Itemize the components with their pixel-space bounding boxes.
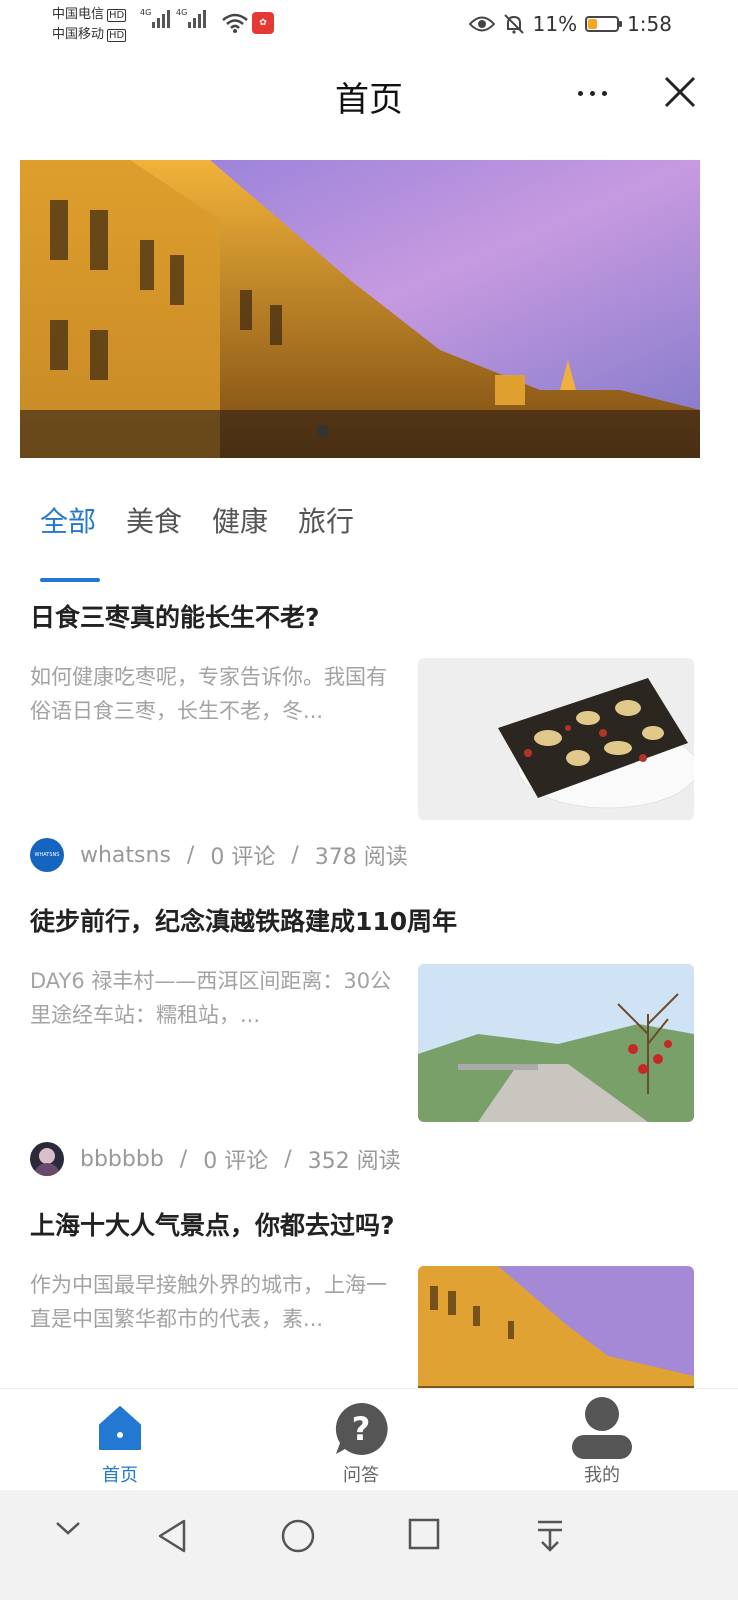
article-title[interactable]: 上海十大人气景点，你都去过吗? — [30, 1206, 395, 1242]
author-name[interactable]: whatsns — [80, 843, 171, 868]
carrier-1-label: 中国电信 — [52, 7, 105, 22]
comment-count: 0 评论 — [203, 1149, 269, 1174]
nav-home-label: 首页 — [102, 1465, 138, 1486]
title-bar: 首页 — [0, 52, 738, 136]
article-thumbnail[interactable] — [418, 1266, 694, 1388]
app-notification-icon: ✿ — [252, 12, 274, 34]
article-thumbnail[interactable] — [418, 964, 694, 1122]
active-tab-indicator — [40, 578, 100, 582]
article-summary: 如何健康吃枣呢，专家告诉你。我国有俗语日食三枣，长生不老，冬... — [30, 665, 387, 723]
meta-separator: / — [179, 1146, 188, 1172]
notification-pulldown-icon[interactable] — [534, 1518, 566, 1554]
nav-me[interactable]: 我的 — [542, 1395, 662, 1486]
hd-badge: HD — [107, 8, 127, 22]
article-summary: DAY6 禄丰村——西洱区间距离：30公里途经车站：糯租站，... — [30, 969, 392, 1027]
read-count: 352 阅读 — [307, 1149, 401, 1174]
nav-home[interactable]: 首页 — [60, 1395, 180, 1486]
article-meta: bbbbbb / 0 评论 / 352 阅读 — [30, 1142, 401, 1176]
status-right-group: 11% 1:58 — [468, 12, 672, 36]
more-options-button[interactable] — [570, 78, 614, 108]
comment-count: 0 评论 — [210, 845, 276, 870]
page-title: 首页 — [335, 80, 403, 120]
nav-qa[interactable]: ? 问答 — [301, 1395, 421, 1486]
hd-badge: HD — [107, 28, 127, 42]
question-icon: ? — [335, 1402, 388, 1455]
avatar[interactable] — [30, 1142, 64, 1176]
article-card[interactable]: 日食三枣真的能长生不老? 如何健康吃枣呢，专家告诉你。我国有俗语日食三枣，长生不… — [30, 598, 694, 878]
signal-icons: 4G 4G — [140, 8, 206, 28]
mute-bell-icon — [503, 14, 524, 34]
home-circle-icon[interactable] — [280, 1518, 316, 1554]
meta-separator: / — [186, 842, 195, 868]
article-summary: 作为中国最早接触外界的城市，上海一直是中国繁华都市的代表，素... — [30, 1273, 387, 1331]
back-icon[interactable] — [156, 1518, 188, 1554]
bottom-nav: 首页 ? 问答 我的 — [0, 1388, 738, 1491]
nav-me-label: 我的 — [584, 1465, 620, 1486]
user-icon — [572, 1397, 632, 1459]
avatar[interactable]: WHATSNS — [30, 838, 64, 872]
status-bar: 中国电信 HD 中国移动 HD 4G 4G ✿ 11% 1:58 — [0, 0, 738, 52]
article-card[interactable]: 徒步前行，纪念滇越铁路建成110周年 DAY6 禄丰村——西洱区间距离：30公里… — [30, 902, 694, 1182]
banner-image[interactable] — [20, 160, 700, 458]
signal-icon: 4G — [140, 8, 170, 28]
home-icon — [99, 1406, 141, 1450]
nav-qa-label: 问答 — [343, 1465, 379, 1486]
signal-icon: 4G — [176, 8, 206, 28]
svg-text:?: ? — [352, 1410, 371, 1448]
network-type-label: 4G — [176, 8, 188, 17]
eye-comfort-icon — [468, 16, 495, 32]
author-name[interactable]: bbbbbb — [80, 1147, 164, 1172]
wifi-icon — [222, 13, 248, 33]
tab-food[interactable]: 美食 — [126, 500, 182, 540]
meta-separator: / — [291, 842, 299, 868]
network-type-label: 4G — [140, 8, 152, 17]
tab-health[interactable]: 健康 — [212, 500, 268, 540]
carousel-indicator — [317, 425, 329, 437]
article-title[interactable]: 徒步前行，纪念滇越铁路建成110周年 — [30, 902, 457, 938]
recents-icon[interactable] — [408, 1518, 440, 1550]
carrier-2-label: 中国移动 — [52, 27, 105, 42]
category-tabs: 全部 美食 健康 旅行 — [40, 500, 354, 540]
chevron-down-icon[interactable] — [54, 1518, 82, 1538]
tab-all[interactable]: 全部 — [40, 500, 96, 540]
more-dots-icon — [577, 90, 583, 96]
close-icon[interactable] — [660, 72, 700, 112]
article-thumbnail[interactable] — [418, 658, 694, 820]
battery-percent: 11% — [532, 12, 578, 36]
battery-icon — [585, 16, 623, 32]
system-nav-bar — [0, 1490, 738, 1600]
tab-travel[interactable]: 旅行 — [298, 500, 354, 540]
clock: 1:58 — [627, 12, 672, 36]
read-count: 378 阅读 — [314, 845, 408, 870]
article-card[interactable]: 上海十大人气景点，你都去过吗? 作为中国最早接触外界的城市，上海一直是中国繁华都… — [30, 1206, 694, 1388]
carrier-info: 中国电信 HD 中国移动 HD — [52, 5, 127, 45]
article-meta: WHATSNS whatsns / 0 评论 / 378 阅读 — [30, 838, 408, 872]
meta-separator: / — [284, 1146, 292, 1172]
article-title[interactable]: 日食三枣真的能长生不老? — [30, 598, 320, 634]
